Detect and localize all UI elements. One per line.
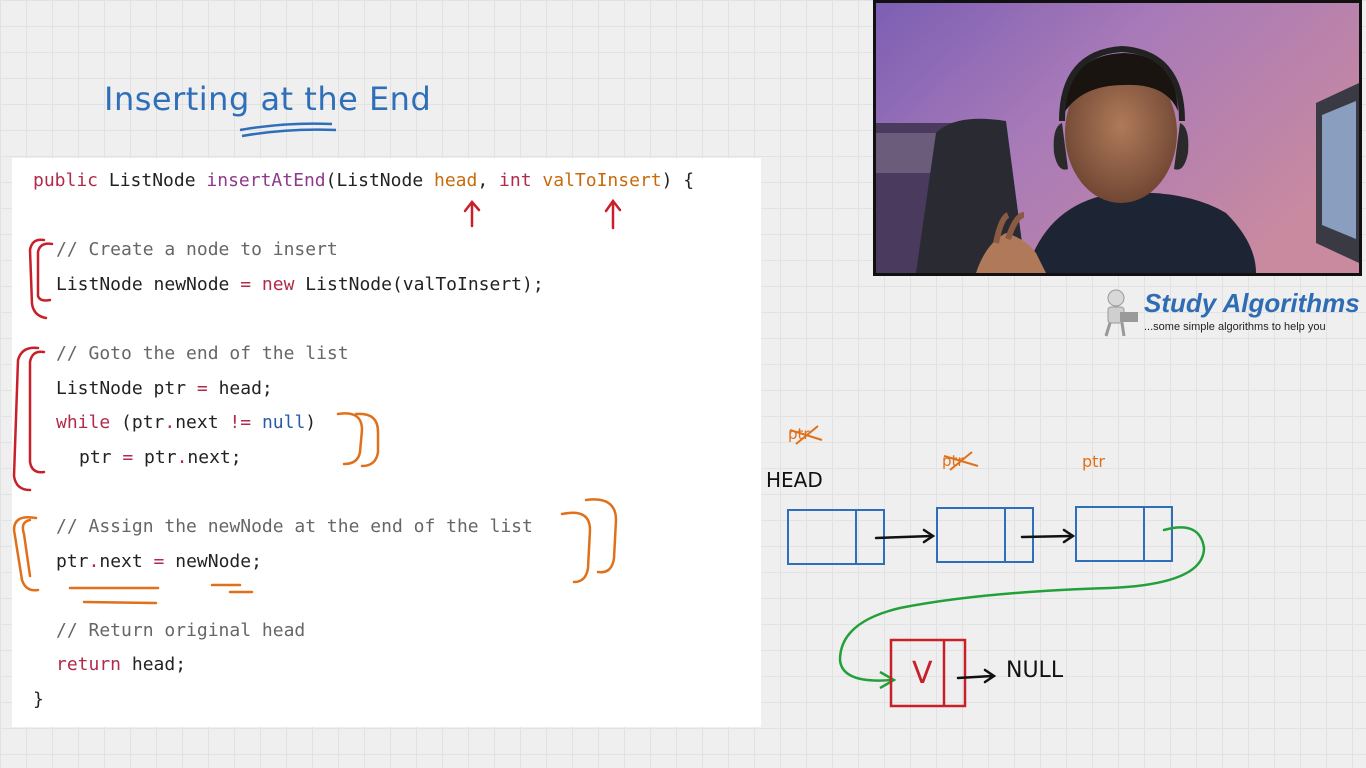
slide-title: Inserting at the End [104, 80, 432, 118]
code-line-return: return head; [56, 654, 187, 675]
study-algorithms-logo: Study Algorithms ...some simple algorith… [1102, 288, 1362, 340]
code-comment-create: // Create a node to insert [56, 239, 338, 260]
head-label: HEAD [766, 468, 823, 492]
presenter-video-frame [876, 3, 1359, 273]
list-node [936, 507, 1034, 563]
arrow-right-icon [1020, 528, 1076, 544]
ptr-label-crossed-1: ptr [788, 425, 810, 443]
arrow-head-icon [879, 670, 897, 690]
arrow-right-icon [956, 668, 997, 684]
list-node [1075, 506, 1173, 562]
code-line-signature: public ListNode insertAtEnd(ListNode hea… [33, 170, 695, 191]
code-line-ptr-init: ListNode ptr = head; [56, 378, 273, 399]
code-line-while: while (ptr.next != null) [56, 412, 317, 433]
code-comment-goto: // Goto the end of the list [56, 343, 349, 364]
ptr-label-current: ptr [1082, 452, 1106, 471]
arrow-right-icon [874, 528, 936, 544]
code-line-ptr-advance: ptr = ptr.next; [79, 447, 242, 468]
ptr-label-crossed-2: ptr [942, 452, 964, 470]
code-line-close-brace: } [33, 689, 44, 710]
code-line-assign: ptr.next = newNode; [56, 551, 262, 572]
code-line-new-node: ListNode newNode = new ListNode(valToIns… [56, 274, 544, 295]
null-label: NULL [1006, 658, 1064, 683]
code-comment-assign: // Assign the newNode at the end of the … [56, 516, 533, 537]
mascot-icon [1104, 289, 1138, 337]
code-panel: public ListNode insertAtEnd(ListNode hea… [12, 158, 761, 727]
webcam-video [873, 0, 1362, 276]
logo-name: Study Algorithms [1144, 288, 1360, 318]
logo-tagline: ...some simple algorithms to help you [1144, 321, 1326, 333]
new-node-value: V [912, 656, 933, 691]
code-comment-return: // Return original head [56, 620, 306, 641]
title-underline [239, 122, 337, 138]
list-node [787, 509, 885, 565]
